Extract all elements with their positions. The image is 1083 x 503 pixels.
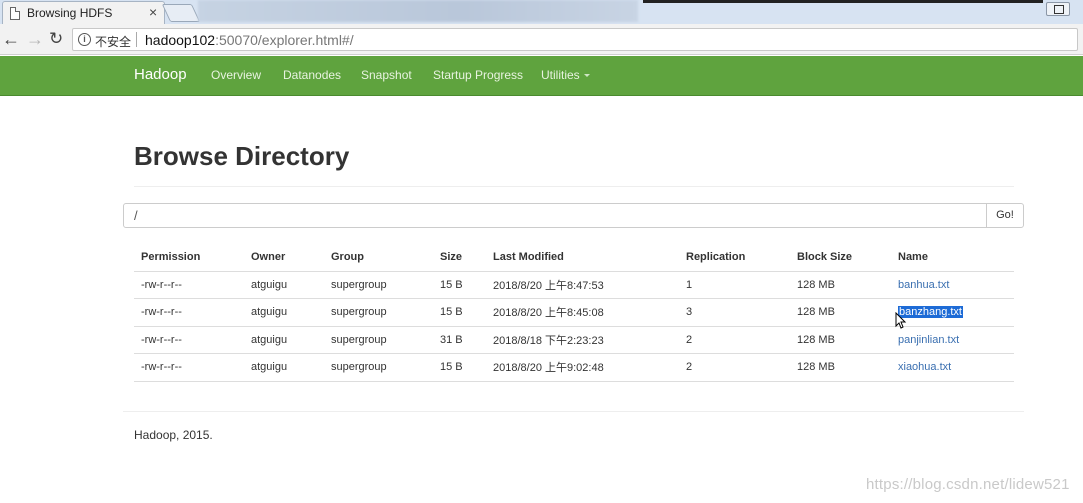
cell-replication: 1 [679,271,790,299]
cell-permission: -rw-r--r-- [134,298,244,327]
cell-size: 15 B [433,353,486,382]
cell-owner: atguigu [244,353,324,382]
header-size[interactable]: Size [433,244,486,272]
url-host: hadoop102 [145,32,216,48]
header-permission[interactable]: Permission [134,244,244,272]
cell-size: 31 B [433,326,486,354]
cell-size: 15 B [433,298,486,327]
table-header-row: Permission Owner Group Size Last Modifie… [134,244,1014,272]
cell-group: supergroup [324,298,433,327]
cell-group: supergroup [324,326,433,354]
watermark: https://blog.csdn.net/lidew521 [866,476,1070,493]
url-text[interactable]: hadoop102:50070/explorer.html#/ [145,32,354,48]
file-link[interactable]: banhua.txt [898,279,949,291]
cell-block-size: 128 MB [790,353,891,382]
document-icon [10,7,20,20]
file-link[interactable]: panjinlian.txt [898,334,959,346]
cell-name: panjinlian.txt [891,326,1014,354]
cell-permission: -rw-r--r-- [134,353,244,382]
window-edge [643,0,1043,3]
cell-block-size: 128 MB [790,298,891,327]
navbar-brand[interactable]: Hadoop [134,66,187,83]
cell-replication: 2 [679,353,790,382]
cell-block-size: 128 MB [790,326,891,354]
header-last-modified[interactable]: Last Modified [486,244,679,272]
caret-down-icon [583,74,590,78]
cell-group: supergroup [324,271,433,299]
header-replication[interactable]: Replication [679,244,790,272]
header-name[interactable]: Name [891,244,1014,272]
url-path: :50070/explorer.html#/ [215,32,354,48]
cell-name: xiaohua.txt [891,353,1014,382]
address-bar[interactable]: i 不安全 hadoop102:50070/explorer.html#/ [72,28,1078,51]
cell-permission: -rw-r--r-- [134,271,244,299]
browser-tab[interactable]: Browsing HDFS × [2,1,165,25]
cell-last-modified: 2018/8/20 上午9:02:48 [486,353,679,382]
go-button[interactable]: Go! [986,203,1024,228]
header-owner[interactable]: Owner [244,244,324,272]
navbar: Hadoop Overview Datanodes Snapshot Start… [0,56,1083,96]
cell-owner: atguigu [244,298,324,327]
cell-owner: atguigu [244,271,324,299]
background-window-title [198,0,638,22]
address-divider [136,32,137,47]
table-row: -rw-r--r-- atguigu supergroup 15 B 2018/… [134,298,1014,327]
restore-window-button[interactable] [1046,2,1070,16]
cell-replication: 2 [679,326,790,354]
cell-permission: -rw-r--r-- [134,326,244,354]
nav-utilities-label: Utilities [541,68,580,82]
cell-last-modified: 2018/8/20 上午8:45:08 [486,298,679,327]
file-link[interactable]: xiaohua.txt [898,361,951,373]
new-tab-button[interactable] [161,4,201,22]
reload-icon[interactable]: ↻ [49,29,63,49]
title-divider [134,186,1014,187]
directory-path-input[interactable] [123,203,987,228]
back-icon[interactable]: ← [2,29,20,49]
browser-tab-strip: Browsing HDFS × [0,0,1083,25]
cell-name: banzhang.txt [891,298,1014,327]
nav-utilities[interactable]: Utilities [541,68,590,82]
info-icon[interactable]: i [78,33,91,46]
cell-replication: 3 [679,298,790,327]
nav-overview[interactable]: Overview [211,68,261,82]
page-title: Browse Directory [134,141,350,171]
nav-snapshot[interactable]: Snapshot [361,68,412,82]
cell-owner: atguigu [244,326,324,354]
directory-listing-table: Permission Owner Group Size Last Modifie… [134,244,1014,382]
cell-size: 15 B [433,271,486,299]
header-group[interactable]: Group [324,244,433,272]
table-row: -rw-r--r-- atguigu supergroup 31 B 2018/… [134,326,1014,354]
footer-divider [123,411,1024,412]
cell-block-size: 128 MB [790,271,891,299]
file-link-selected[interactable]: banzhang.txt [898,306,963,319]
browser-toolbar: ← → ↻ i 不安全 hadoop102:50070/explorer.htm… [0,24,1083,55]
table-row: -rw-r--r-- atguigu supergroup 15 B 2018/… [134,271,1014,299]
header-block-size[interactable]: Block Size [790,244,891,272]
forward-icon[interactable]: → [26,29,44,49]
nav-datanodes[interactable]: Datanodes [283,68,341,82]
close-tab-icon[interactable]: × [149,4,157,20]
table-row: -rw-r--r-- atguigu supergroup 15 B 2018/… [134,353,1014,382]
cell-name: banhua.txt [891,271,1014,299]
cell-last-modified: 2018/8/18 下午2:23:23 [486,326,679,354]
nav-startup-progress[interactable]: Startup Progress [433,68,523,82]
tab-title: Browsing HDFS [27,6,113,20]
cell-last-modified: 2018/8/20 上午8:47:53 [486,271,679,299]
security-label[interactable]: 不安全 [95,33,131,50]
footer-text: Hadoop, 2015. [134,428,213,442]
cell-group: supergroup [324,353,433,382]
